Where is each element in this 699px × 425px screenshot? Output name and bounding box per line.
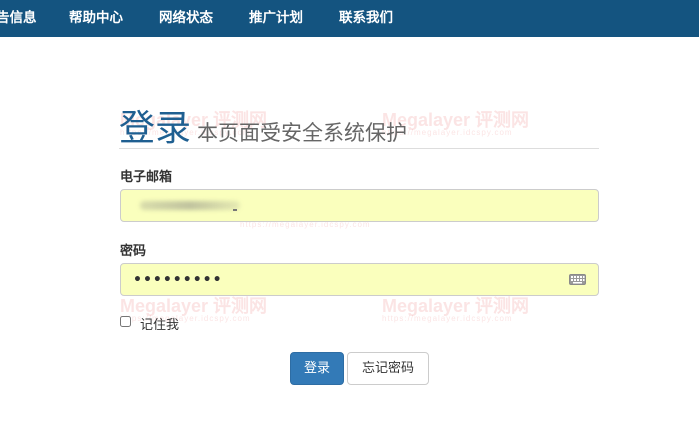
forgot-password-button[interactable]: 忘记密码 [347,352,429,385]
keyboard-icon[interactable] [569,274,586,285]
top-navigation-bar: 告信息 帮助中心 网络状态 推广计划 联系我们 [0,0,699,37]
heading-divider [119,148,599,149]
nav-item-help-center[interactable]: 帮助中心 [69,0,123,37]
nav-item-affiliate-program[interactable]: 推广计划 [249,0,303,37]
remember-me-label[interactable]: 记住我 [140,314,179,333]
watermark-url: https://megalayer.idcspy.com [382,314,513,323]
login-heading: 登录 本页面受安全系统保护 [119,99,407,151]
security-notice: 本页面受安全系统保护 [197,121,408,145]
nav-item-network-status[interactable]: 网络状态 [159,0,213,37]
nav-item-announcements[interactable]: 告信息 [0,0,37,37]
remember-me-checkbox[interactable] [120,316,131,327]
email-value-dot [233,209,237,211]
login-title: 登录 [119,108,192,149]
email-label: 电子邮箱 [120,170,173,185]
login-button[interactable]: 登录 [290,352,344,385]
password-field[interactable] [120,263,599,296]
nav-item-contact-us[interactable]: 联系我们 [339,0,393,37]
password-label: 密码 [120,244,147,259]
email-value-redacted [140,201,240,210]
